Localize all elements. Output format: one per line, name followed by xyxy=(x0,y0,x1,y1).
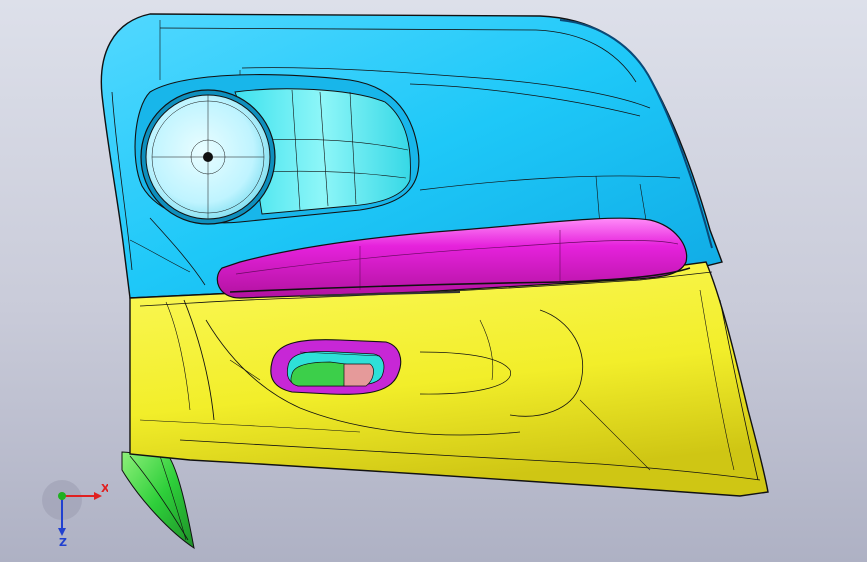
door-panel-model[interactable] xyxy=(0,0,867,562)
lower-flange[interactable] xyxy=(121,451,195,550)
speaker-center-dot xyxy=(203,152,213,162)
z-axis-label: Z xyxy=(59,536,67,548)
cad-viewport[interactable]: X Z xyxy=(0,0,867,562)
lower-panel[interactable] xyxy=(129,261,769,497)
speaker-grille[interactable] xyxy=(140,89,276,225)
orientation-triad: X Z xyxy=(42,480,108,548)
handle-latch[interactable] xyxy=(343,363,374,387)
y-axis-dot xyxy=(58,492,66,500)
z-axis-head xyxy=(58,528,66,536)
x-axis-label: X xyxy=(101,482,108,495)
door-handle[interactable] xyxy=(270,339,402,395)
